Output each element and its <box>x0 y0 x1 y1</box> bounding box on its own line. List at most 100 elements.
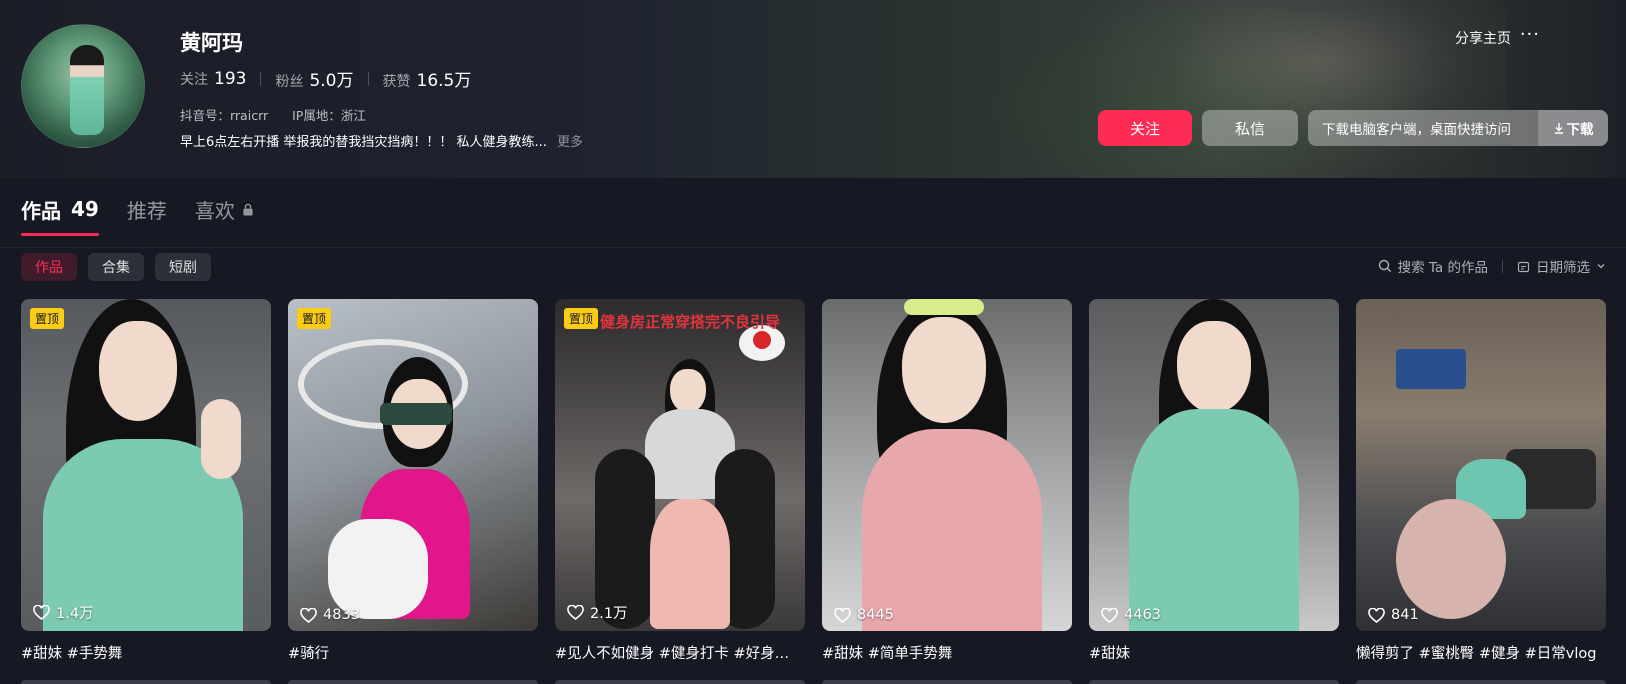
tab-label: 推荐 <box>126 198 167 223</box>
stat-label: 粉丝 <box>275 74 304 90</box>
message-button[interactable]: 私信 <box>1202 110 1298 146</box>
stat-value: 16.5万 <box>416 71 472 91</box>
thumbnail-figure <box>904 299 984 315</box>
chip-short-drama[interactable]: 短剧 <box>155 253 211 281</box>
like-count: 1.4万 <box>33 602 94 623</box>
video-thumbnail-partial[interactable] <box>288 680 538 684</box>
video-card[interactable]: 4463 #甜妹 <box>1089 299 1339 663</box>
video-thumbnail[interactable]: 841 <box>1356 299 1606 631</box>
stat-divider <box>260 71 262 86</box>
download-button[interactable]: 下载 <box>1538 110 1608 146</box>
video-card[interactable]: 置顶 1.4万 #甜妹 #手势舞 <box>21 299 271 663</box>
tools-divider <box>1502 259 1503 273</box>
chevron-down-icon <box>1597 264 1605 269</box>
header-background-glow <box>1086 0 1506 178</box>
video-card[interactable]: 841 懒得剪了 #蜜桃臀 #健身 #日常vlog <box>1356 299 1606 663</box>
search-icon <box>1378 259 1391 273</box>
share-profile-link[interactable]: 分享主页 <box>1455 28 1511 48</box>
tab-recommended[interactable]: 推荐 <box>127 192 167 226</box>
video-thumbnail[interactable]: 4463 <box>1089 299 1339 631</box>
like-count-value: 841 <box>1391 607 1419 623</box>
like-count: 2.1万 <box>567 602 628 623</box>
video-thumbnail[interactable]: 置顶 1.4万 <box>21 299 271 631</box>
thumbnail-figure <box>650 499 730 629</box>
video-caption[interactable]: #见人不如健身 #健身打卡 #好身… <box>555 642 805 663</box>
video-caption[interactable]: 懒得剪了 #蜜桃臀 #健身 #日常vlog <box>1356 642 1606 663</box>
search-works-button[interactable]: 搜索 Ta 的作品 <box>1378 256 1488 276</box>
like-count-value: 2.1万 <box>590 606 628 622</box>
thumbnail-figure <box>1396 499 1506 619</box>
chip-works[interactable]: 作品 <box>21 253 77 281</box>
like-count: 841 <box>1368 607 1419 623</box>
thumbnail-figure <box>99 321 177 421</box>
follow-button[interactable]: 关注 <box>1098 110 1192 146</box>
date-filter-button[interactable]: 日期筛选 <box>1517 256 1606 276</box>
heart-icon <box>1368 607 1385 623</box>
tab-liked[interactable]: 喜欢 <box>195 192 255 226</box>
video-thumbnail-partial[interactable] <box>1089 680 1339 684</box>
stat-label: 关注 <box>180 71 208 88</box>
video-card[interactable]: 置顶 4833 #骑行 <box>288 299 538 663</box>
pinned-badge: 置顶 <box>564 308 599 329</box>
bio-text: 早上6点左右开播 举报我的替我挡灾挡病！！！ 私人健身教练... <box>180 135 547 150</box>
list-tools: 搜索 Ta 的作品 日期筛选 <box>1378 256 1606 276</box>
douyin-id: 抖音号：rraicrr <box>180 108 269 123</box>
video-card[interactable]: 8445 #甜妹 #简单手势舞 <box>822 299 1072 663</box>
video-thumbnail-partial[interactable] <box>555 680 805 684</box>
stat-label: 获赞 <box>382 74 411 90</box>
tab-works[interactable]: 作品 49 <box>21 192 99 236</box>
download-icon <box>1554 123 1563 134</box>
video-grid: 置顶 1.4万 #甜妹 #手势舞 置顶 4833 #骑行 健身房正常穿搭完不良引… <box>21 299 1607 663</box>
video-caption[interactable]: #甜妹 #简单手势舞 <box>822 642 1072 663</box>
download-button-label: 下载 <box>1566 122 1594 138</box>
calendar-icon <box>1517 261 1530 272</box>
thumbnail-figure <box>862 429 1042 631</box>
chip-collections[interactable]: 合集 <box>88 253 144 281</box>
profile-tabs: 作品 49 推荐 喜欢 <box>21 192 255 236</box>
date-filter-label: 日期筛选 <box>1536 260 1590 276</box>
heart-icon <box>567 605 584 620</box>
thumbnail-figure <box>670 369 706 413</box>
tab-label: 作品 <box>21 198 61 223</box>
heart-icon <box>33 605 50 620</box>
tabs-divider <box>0 247 1626 248</box>
video-thumbnail-partial[interactable] <box>1356 680 1606 684</box>
like-count-value: 4833 <box>323 607 360 623</box>
stat-following[interactable]: 关注 193 <box>180 69 246 89</box>
video-overlay-text: 健身房正常穿搭完不良引导 <box>599 313 780 331</box>
video-thumbnail[interactable]: 8445 <box>822 299 1072 631</box>
profile-meta: 抖音号：rraicrr IP属地：浙江 <box>180 105 366 124</box>
like-count-value: 1.4万 <box>56 606 94 622</box>
tab-label: 喜欢 <box>194 198 235 223</box>
stat-divider <box>367 71 369 86</box>
tab-count: 49 <box>71 197 99 221</box>
thumbnail-figure <box>201 399 241 479</box>
heart-icon <box>300 607 317 623</box>
download-banner: 下载电脑客户端，桌面快捷访问 下载 <box>1308 110 1608 146</box>
pinned-badge: 置顶 <box>297 308 332 329</box>
profile-header: 黄阿玛 关注 193 粉丝 5.0万 获赞 16.5万 抖音号：rraicrr … <box>0 0 1626 178</box>
like-count: 8445 <box>834 607 894 623</box>
video-thumbnail-partial[interactable] <box>822 680 1072 684</box>
search-works-label: 搜索 Ta 的作品 <box>1397 260 1488 276</box>
stat-value: 193 <box>214 68 247 89</box>
video-thumbnail[interactable]: 健身房正常穿搭完不良引导 置顶 2.1万 <box>555 299 805 631</box>
video-caption[interactable]: #甜妹 #手势舞 <box>21 642 271 663</box>
lock-icon <box>243 203 253 216</box>
video-caption[interactable]: #骑行 <box>288 642 538 663</box>
video-card[interactable]: 健身房正常穿搭完不良引导 置顶 2.1万 #见人不如健身 #健身打卡 #好身… <box>555 299 805 663</box>
thumbnail-figure <box>328 519 428 619</box>
profile-stats: 关注 193 粉丝 5.0万 获赞 16.5万 <box>180 66 472 92</box>
heart-icon <box>834 607 851 623</box>
more-options-icon[interactable]: ··· <box>1520 24 1540 45</box>
stat-followers[interactable]: 粉丝 5.0万 <box>275 66 353 91</box>
ip-location: IP属地：浙江 <box>292 108 366 123</box>
bio-more-link[interactable]: 更多 <box>557 131 583 150</box>
video-thumbnail[interactable]: 置顶 4833 <box>288 299 538 631</box>
thumbnail-figure <box>1129 409 1299 631</box>
video-thumbnail-partial[interactable] <box>21 680 271 684</box>
video-caption[interactable]: #甜妹 <box>1089 642 1339 663</box>
stat-likes: 获赞 16.5万 <box>383 66 472 91</box>
avatar-figure <box>70 45 104 135</box>
avatar[interactable] <box>21 24 145 148</box>
